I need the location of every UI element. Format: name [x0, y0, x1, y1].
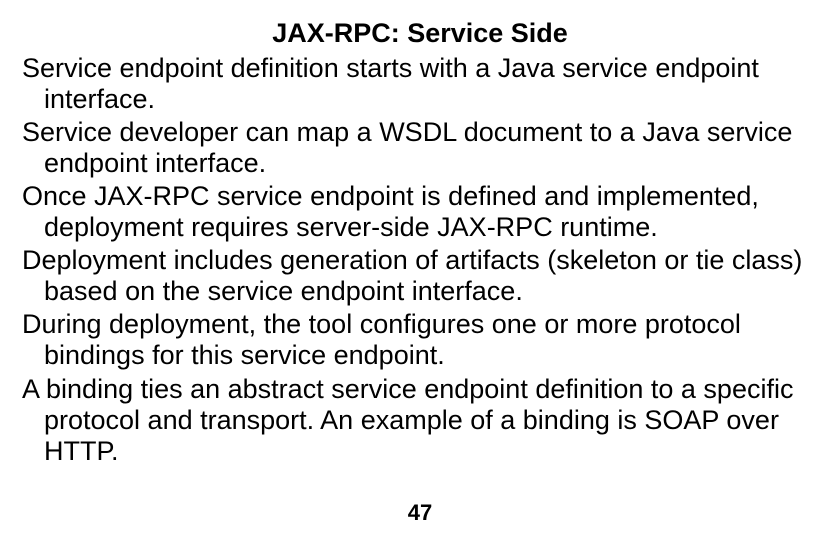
paragraph: Once JAX-RPC service endpoint is defined… [22, 181, 818, 243]
paragraph: Service developer can map a WSDL documen… [22, 117, 818, 179]
slide: JAX-RPC: Service Side Service endpoint d… [0, 0, 840, 540]
paragraph: During deployment, the tool configures o… [22, 309, 818, 371]
paragraph: Service endpoint definition starts with … [22, 53, 818, 115]
slide-title: JAX-RPC: Service Side [22, 18, 818, 49]
paragraph: A binding ties an abstract service endpo… [22, 374, 818, 467]
paragraph: Deployment includes generation of artifa… [22, 245, 818, 307]
page-number: 47 [0, 500, 840, 526]
